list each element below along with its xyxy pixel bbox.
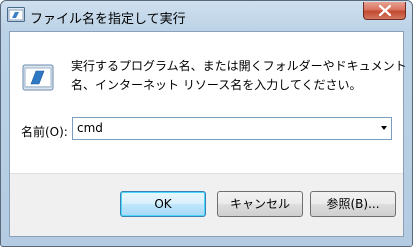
ok-button[interactable]: OK — [120, 191, 206, 217]
run-app-icon — [7, 7, 25, 22]
window-title: ファイル名を指定して実行 — [30, 12, 186, 27]
close-button[interactable] — [363, 2, 406, 20]
cancel-button[interactable]: キャンセル — [217, 191, 303, 217]
title-bar[interactable]: ファイル名を指定して実行 — [1, 1, 412, 31]
instruction-line-1: 実行するプログラム名、または開くフォルダーやドキュメント — [71, 59, 407, 73]
name-label: 名前(O): — [21, 125, 68, 139]
button-bar: OK キャンセル 参照(B)... — [10, 173, 403, 236]
instruction-text: 実行するプログラム名、または開くフォルダーやドキュメント 名、インターネット リ… — [71, 57, 407, 95]
command-input[interactable]: cmd — [77, 121, 103, 135]
browse-button[interactable]: 参照(B)... — [310, 191, 396, 217]
run-dialog: ファイル名を指定して実行 実行するプログラム名、または開くフォルダーやドキュメン… — [0, 0, 413, 247]
run-dialog-icon — [22, 64, 54, 91]
dialog-body: 実行するプログラム名、または開くフォルダーやドキュメント 名、インターネット リ… — [9, 31, 407, 237]
close-icon — [379, 5, 391, 16]
chevron-down-icon[interactable] — [381, 126, 387, 130]
instruction-line-2: 名、インターネット リソース名を入力してください。 — [71, 78, 362, 92]
command-combobox[interactable]: cmd — [72, 117, 392, 140]
